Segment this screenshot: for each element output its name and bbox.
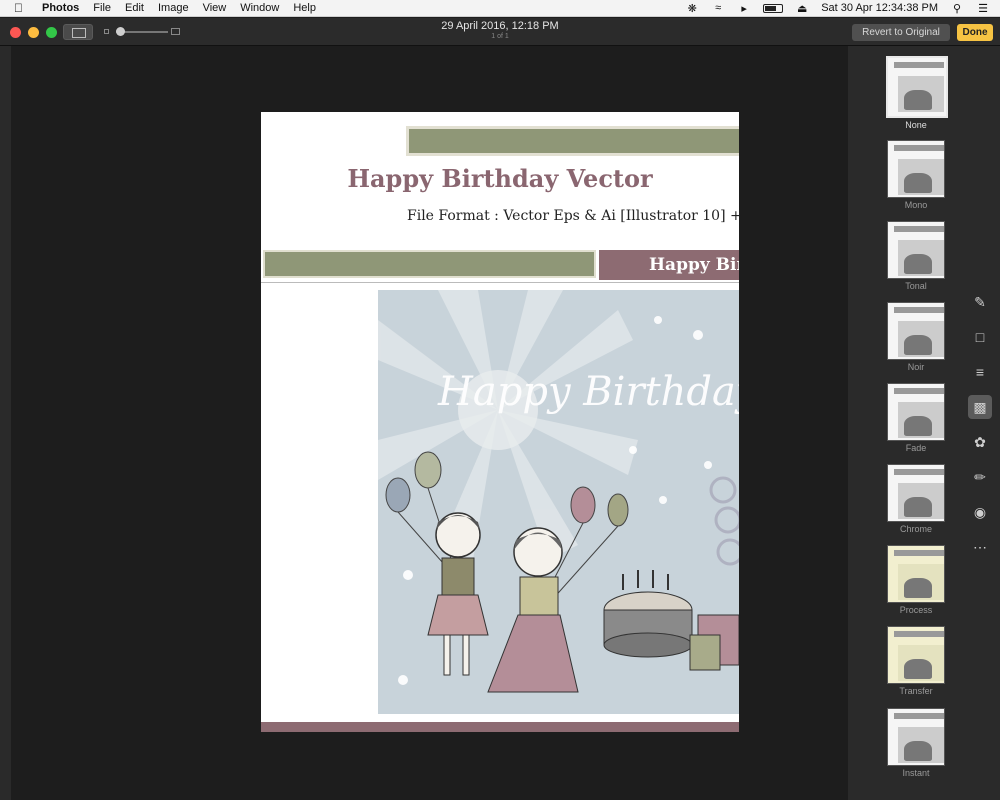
photo-count: 1 of 1 xyxy=(491,33,509,40)
photos-toolbar: 29 April 2016, 12:18 PM 1 of 1 Revert to… xyxy=(0,18,1000,46)
filter-thumbnail[interactable] xyxy=(887,626,945,684)
battery-icon[interactable] xyxy=(763,3,784,13)
zoom-button[interactable] xyxy=(46,27,57,38)
filter-thumbnail[interactable] xyxy=(887,464,945,522)
menu-edit[interactable]: Edit xyxy=(125,2,144,14)
menu-window[interactable]: Window xyxy=(240,2,279,14)
eject-icon[interactable]: ⏏ xyxy=(795,2,809,15)
menu-help[interactable]: Help xyxy=(293,2,316,14)
zoom-out-icon xyxy=(104,29,109,34)
enhance-icon[interactable]: ✎ xyxy=(968,290,992,314)
creative-cloud-icon[interactable]: ❋ xyxy=(685,2,699,15)
filter-thumbnail[interactable] xyxy=(886,56,948,118)
zoom-slider[interactable] xyxy=(104,27,180,37)
clock[interactable]: Sat 30 Apr 12:34:38 PM xyxy=(821,2,938,14)
photo-title: 29 April 2016, 12:18 PM 1 of 1 xyxy=(380,20,620,40)
filter-label: Transfer xyxy=(899,686,933,696)
filter-thumbnail[interactable] xyxy=(887,221,945,279)
filter-transfer[interactable]: Transfer xyxy=(886,626,946,696)
photo-date: 29 April 2016, 12:18 PM xyxy=(441,20,559,32)
photo-band: Happy Bir xyxy=(261,248,739,282)
filter-thumbnail[interactable] xyxy=(887,383,945,441)
revert-to-original-button[interactable]: Revert to Original xyxy=(852,24,950,41)
menu-bar:  Photos File Edit Image View Window Hel… xyxy=(0,0,1000,17)
art-title: Happy Birthday xyxy=(437,369,739,415)
filter-thumbnail[interactable] xyxy=(887,545,945,603)
zoom-knob[interactable] xyxy=(116,27,125,36)
menu-view[interactable]: View xyxy=(203,2,227,14)
zoom-in-icon xyxy=(171,28,180,35)
retouch-icon[interactable]: ✿ xyxy=(968,430,992,454)
wifi-icon[interactable]: ≈ xyxy=(711,2,725,14)
filter-thumbnail[interactable] xyxy=(887,302,945,360)
minimize-button[interactable] xyxy=(28,27,39,38)
edited-photo[interactable]: Happy Birthday Vector File Format : Vect… xyxy=(261,112,739,732)
filter-chrome[interactable]: Chrome xyxy=(886,464,946,534)
photo-separator xyxy=(261,282,739,283)
crop-icon[interactable]: □ xyxy=(968,325,992,349)
filter-label: None xyxy=(905,120,927,130)
photo-band-title: Happy Bir xyxy=(599,250,739,280)
menu-image[interactable]: Image xyxy=(158,2,189,14)
filter-none[interactable]: None xyxy=(886,56,948,130)
filter-label: Process xyxy=(899,605,933,615)
photo-heading: Happy Birthday Vector xyxy=(347,164,653,193)
red-eye-icon[interactable]: ◉ xyxy=(968,500,992,524)
menu-photos[interactable]: Photos xyxy=(42,2,79,14)
left-edge xyxy=(0,46,11,800)
photo-top-banner xyxy=(406,126,739,156)
edit-tools: ✎ □ ≡ ▩ ✿ ✏ ◉ ⋯ xyxy=(968,290,996,570)
birthday-illustration-svg: Happy Birthday xyxy=(378,290,739,693)
filter-instant[interactable]: Instant xyxy=(886,708,946,778)
filter-tonal[interactable]: Tonal xyxy=(886,221,946,291)
spotlight-icon[interactable]: ⚲ xyxy=(950,2,964,15)
adjust-icon[interactable]: ≡ xyxy=(968,360,992,384)
apple-icon[interactable]:  xyxy=(14,1,30,15)
filter-mono[interactable]: Mono xyxy=(886,140,946,210)
photo-bottom-band xyxy=(261,722,739,732)
photo-band-green xyxy=(263,250,596,278)
filter-label: Noir xyxy=(907,362,925,372)
birthday-illustration: Happy Birthday xyxy=(378,290,739,714)
retouch-pen-icon[interactable]: ✏ xyxy=(968,465,992,489)
photo-file-format: File Format : Vector Eps & Ai [Illustrat… xyxy=(407,208,739,224)
filter-noir[interactable]: Noir xyxy=(886,302,946,372)
filter-label: Fade xyxy=(905,443,927,453)
menu-file[interactable]: File xyxy=(93,2,111,14)
filter-thumbnail[interactable] xyxy=(887,708,945,766)
filter-thumbnail[interactable] xyxy=(887,140,945,198)
filter-label: Chrome xyxy=(899,524,932,534)
filter-label: Mono xyxy=(904,200,928,210)
notification-center-icon[interactable]: ☰ xyxy=(976,2,990,15)
filters-icon[interactable]: ▩ xyxy=(968,395,992,419)
extensions-icon[interactable]: ⋯ xyxy=(968,535,992,559)
filter-label: Tonal xyxy=(905,281,927,291)
close-button[interactable] xyxy=(10,27,21,38)
volume-icon[interactable]: ▸ xyxy=(737,2,751,15)
done-button[interactable]: Done xyxy=(957,24,993,41)
filter-process[interactable]: Process xyxy=(886,545,946,615)
sidebar-toggle-button[interactable] xyxy=(63,24,93,40)
window-controls xyxy=(10,27,57,38)
filter-fade[interactable]: Fade xyxy=(886,383,946,453)
filter-label: Instant xyxy=(902,768,930,778)
